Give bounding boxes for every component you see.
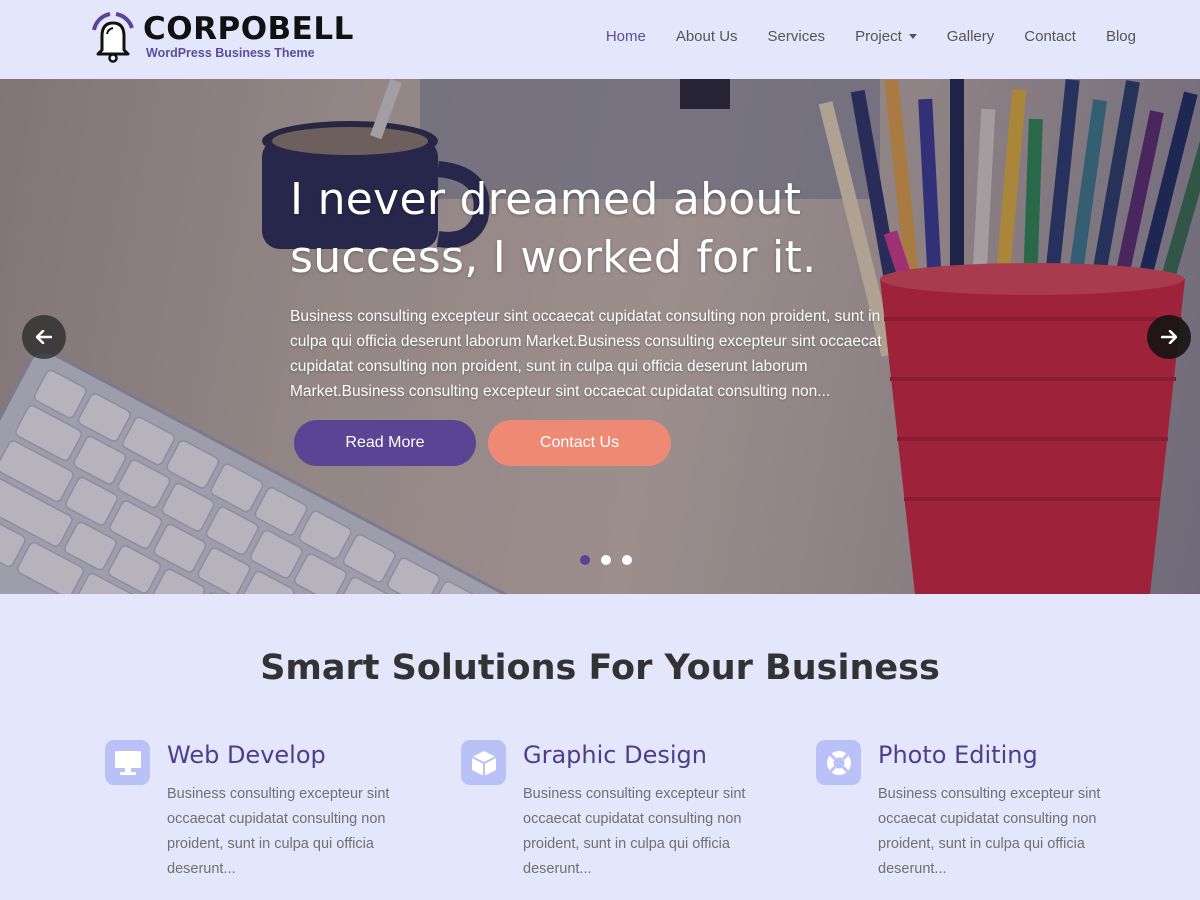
hero-title-line1: I never dreamed about: [290, 174, 802, 225]
service-text: Business consulting excepteur sint occae…: [167, 786, 390, 877]
service-text: Business consulting excepteur sint occae…: [878, 786, 1101, 877]
nav-about-us-label: About Us: [675, 28, 738, 45]
hero-title-line2: success, I worked for it.: [290, 232, 817, 283]
slider-next-button[interactable]: [1147, 315, 1191, 359]
slider-pagination: [580, 555, 632, 565]
service-title[interactable]: Web Develop: [167, 741, 326, 769]
nav-home[interactable]: Home: [606, 28, 646, 45]
site-logo[interactable]: CORPOBELL WordPress Business Theme: [88, 10, 353, 66]
lifebuoy-icon: [816, 740, 861, 785]
nav-contact-label: Contact: [1024, 28, 1076, 45]
site-header: CORPOBELL WordPress Business Theme Home …: [0, 0, 1200, 79]
contact-us-button[interactable]: Contact Us: [488, 420, 671, 466]
service-title[interactable]: Photo Editing: [878, 741, 1038, 769]
arrow-left-icon: [36, 330, 52, 344]
slider-dot-2[interactable]: [601, 555, 611, 565]
nav-services[interactable]: Services: [768, 28, 826, 45]
nav-home-label: Home: [605, 28, 646, 45]
service-photo-editing: Photo Editing Business consulting except…: [816, 740, 1136, 890]
service-graphic-design: Graphic Design Business consulting excep…: [461, 740, 781, 890]
arrow-right-icon: [1161, 330, 1177, 344]
logo-name: CORPOBELL: [143, 11, 354, 47]
hero-title: I never dreamed about success, I worked …: [290, 171, 930, 287]
nav-contact[interactable]: Contact: [1024, 28, 1076, 45]
slider-dot-1[interactable]: [580, 555, 590, 565]
read-more-button[interactable]: Read More: [294, 420, 476, 466]
service-web-develop: Web Develop Business consulting excepteu…: [105, 740, 425, 890]
nav-gallery-label: Gallery: [946, 28, 995, 45]
nav-blog[interactable]: Blog: [1106, 28, 1136, 45]
service-text: Business consulting excepteur sint occae…: [523, 786, 746, 877]
nav-gallery[interactable]: Gallery: [947, 28, 995, 45]
nav-project[interactable]: Project: [855, 28, 917, 45]
nav-project-label: Project: [855, 28, 902, 45]
bell-icon: [92, 12, 134, 63]
slider-dot-3[interactable]: [622, 555, 632, 565]
cube-icon: [461, 740, 506, 785]
hero-slider: I never dreamed about success, I worked …: [0, 79, 1200, 594]
nav-about-us[interactable]: About Us: [676, 28, 738, 45]
hero-content: I never dreamed about success, I worked …: [290, 171, 930, 404]
monitor-icon: [105, 740, 150, 785]
chevron-down-icon: [908, 34, 917, 39]
main-nav: Home About Us Services Project Gallery C…: [576, 28, 1136, 45]
nav-blog-label: Blog: [1105, 28, 1136, 45]
service-title[interactable]: Graphic Design: [523, 741, 707, 769]
slider-prev-button[interactable]: [22, 315, 66, 359]
logo-tagline: WordPress Business Theme: [146, 46, 315, 60]
hero-description: Business consulting excepteur sint occae…: [290, 308, 882, 400]
section-title: Smart Solutions For Your Business: [260, 648, 940, 688]
nav-services-label: Services: [767, 28, 826, 45]
